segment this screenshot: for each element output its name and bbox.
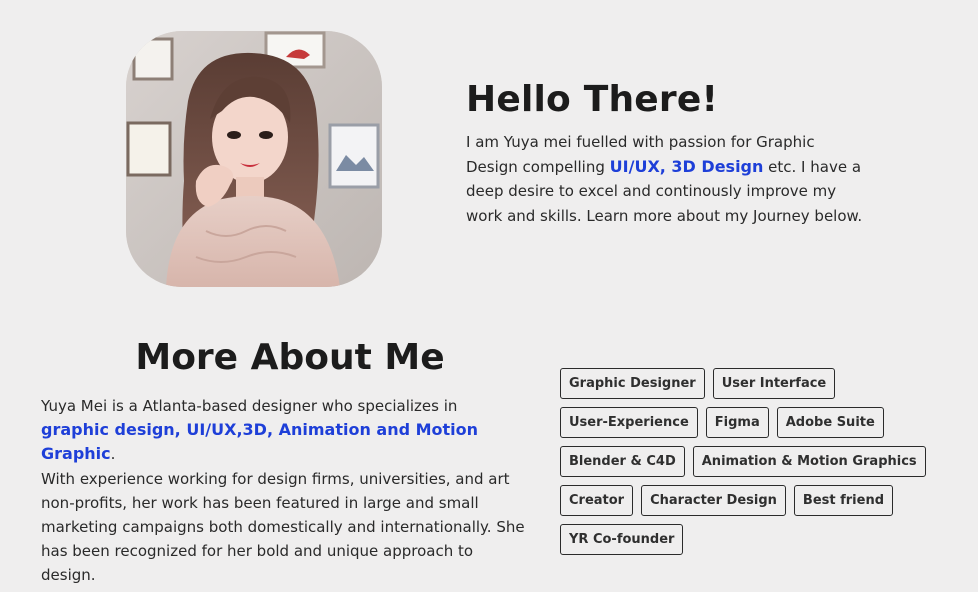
about-text-second: With experience working for design firms… xyxy=(41,469,525,585)
hero-intro: I am Yuya mei fuelled with passion for G… xyxy=(466,130,866,228)
about-text-highlight: graphic design, UI/UX,3D, Animation and … xyxy=(41,420,479,464)
about-text-period: . xyxy=(110,445,116,464)
profile-photo xyxy=(126,31,382,287)
tag-blender-c4d: Blender & C4D xyxy=(560,446,685,477)
hero-text-block: Hello There! I am Yuya mei fuelled with … xyxy=(466,78,886,228)
about-title: More About Me xyxy=(135,337,445,378)
tag-user-experience: User-Experience xyxy=(560,407,698,438)
hero-intro-highlight: UI/UX, 3D Design xyxy=(609,156,764,176)
hero-title: Hello There! xyxy=(466,79,719,120)
tag-character-design: Character Design xyxy=(641,485,786,516)
tag-figma: Figma xyxy=(705,407,769,438)
tag-yr-co-founder: YR Co-founder xyxy=(560,524,684,555)
tag-graphic-designer: Graphic Designer xyxy=(560,368,705,399)
tag-creator: Creator xyxy=(560,485,634,516)
tag-adobe-suite: Adobe Suite xyxy=(776,407,884,438)
hero-section: Hello There! I am Yuya mei fuelled with … xyxy=(0,0,978,310)
about-section: More About Me Yuya Mei is a Atlanta-base… xyxy=(0,320,978,592)
tag-best-friend: Best friend xyxy=(793,485,894,516)
about-description: Yuya Mei is a Atlanta-based designer who… xyxy=(41,394,526,588)
tag-animation-motion-graphics: Animation & Motion Graphics xyxy=(692,446,926,477)
skill-tags: Graphic Designer User Interface User-Exp… xyxy=(560,368,960,555)
profile-photo-illustration xyxy=(126,31,382,287)
tag-user-interface: User Interface xyxy=(712,368,836,399)
about-text-start: Yuya Mei is a Atlanta-based designer who… xyxy=(41,397,458,415)
